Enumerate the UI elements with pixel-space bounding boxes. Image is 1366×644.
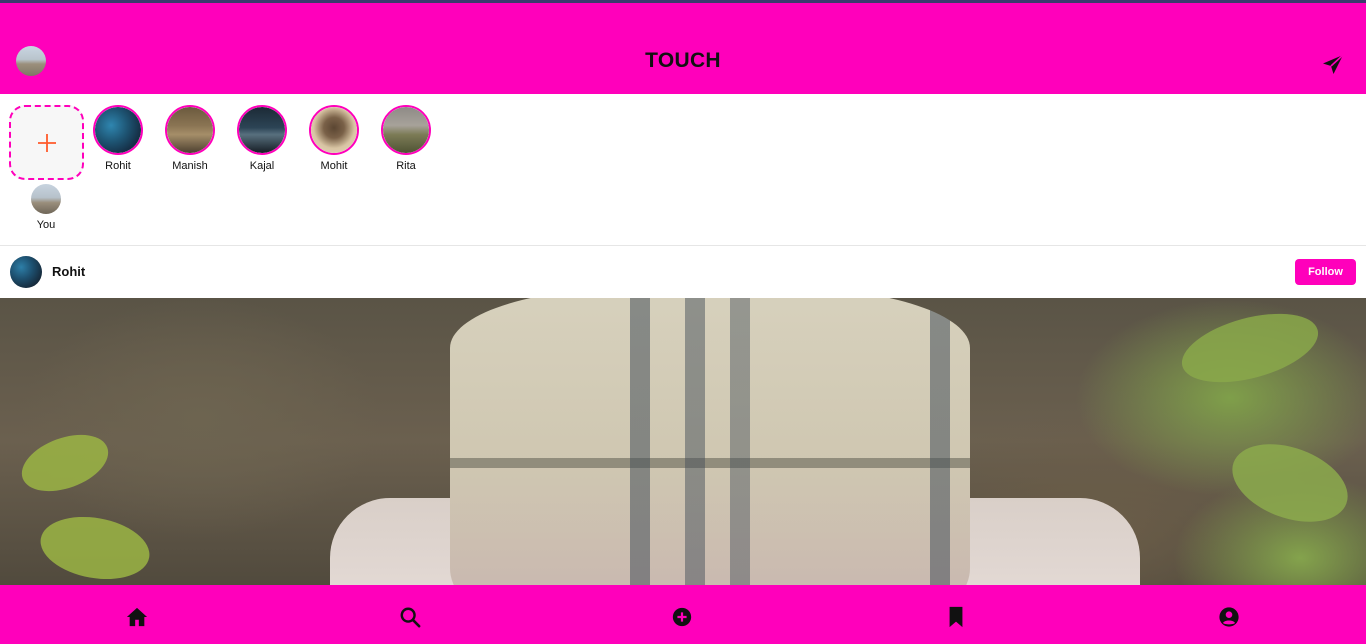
leaf-shape	[14, 424, 116, 502]
nav-search[interactable]	[398, 605, 422, 629]
send-icon	[1323, 54, 1344, 74]
leaf-shape	[1221, 429, 1359, 537]
story-ring	[381, 105, 431, 155]
story-label: Kajal	[249, 160, 275, 172]
nav-add[interactable]	[670, 605, 694, 629]
story-item[interactable]: Rita	[376, 105, 436, 172]
story-avatar	[95, 107, 141, 153]
leaf-shape	[1174, 300, 1326, 396]
add-circle-icon	[672, 607, 692, 627]
nav-bookmark[interactable]	[944, 605, 968, 629]
top-header: TOUCH	[0, 3, 1366, 94]
app-root: TOUCH You Rohit Manish Kajal Mohit Rita …	[0, 0, 1366, 644]
blanket-shape	[450, 298, 970, 585]
story-item[interactable]: Manish	[160, 105, 220, 172]
nav-profile[interactable]	[1217, 605, 1241, 629]
plus-icon	[37, 133, 56, 152]
send-button[interactable]	[1318, 50, 1348, 80]
profile-icon	[1219, 607, 1239, 627]
post-author-name[interactable]: Rohit	[52, 264, 85, 279]
story-ring	[309, 105, 359, 155]
post-author-avatar[interactable]	[10, 256, 42, 288]
story-item[interactable]: Rohit	[88, 105, 148, 172]
story-label: Rohit	[105, 160, 131, 172]
post-image[interactable]	[0, 298, 1366, 585]
home-icon	[126, 607, 148, 627]
post-header: Rohit Follow	[0, 246, 1366, 298]
your-story-label: You	[36, 219, 56, 231]
story-avatar	[239, 107, 285, 153]
story-item[interactable]: Kajal	[232, 105, 292, 172]
story-ring	[165, 105, 215, 155]
story-label: Manish	[172, 160, 208, 172]
story-avatar	[167, 107, 213, 153]
story-label: Rita	[396, 160, 416, 172]
stories-bar: You Rohit Manish Kajal Mohit Rita	[0, 94, 1366, 246]
story-ring	[237, 105, 287, 155]
add-story-button[interactable]	[9, 105, 84, 180]
story-avatar	[311, 107, 357, 153]
leaf-shape	[35, 508, 155, 585]
app-title: TOUCH	[645, 49, 721, 72]
follow-button[interactable]: Follow	[1295, 259, 1356, 285]
story-avatar	[383, 107, 429, 153]
search-icon	[400, 607, 421, 628]
story-item[interactable]: Mohit	[304, 105, 364, 172]
bookmark-icon	[949, 606, 963, 628]
bottom-navigation	[0, 585, 1366, 644]
your-story-avatar[interactable]	[31, 184, 61, 214]
nav-home[interactable]	[125, 605, 149, 629]
story-label: Mohit	[320, 160, 348, 172]
story-ring	[93, 105, 143, 155]
